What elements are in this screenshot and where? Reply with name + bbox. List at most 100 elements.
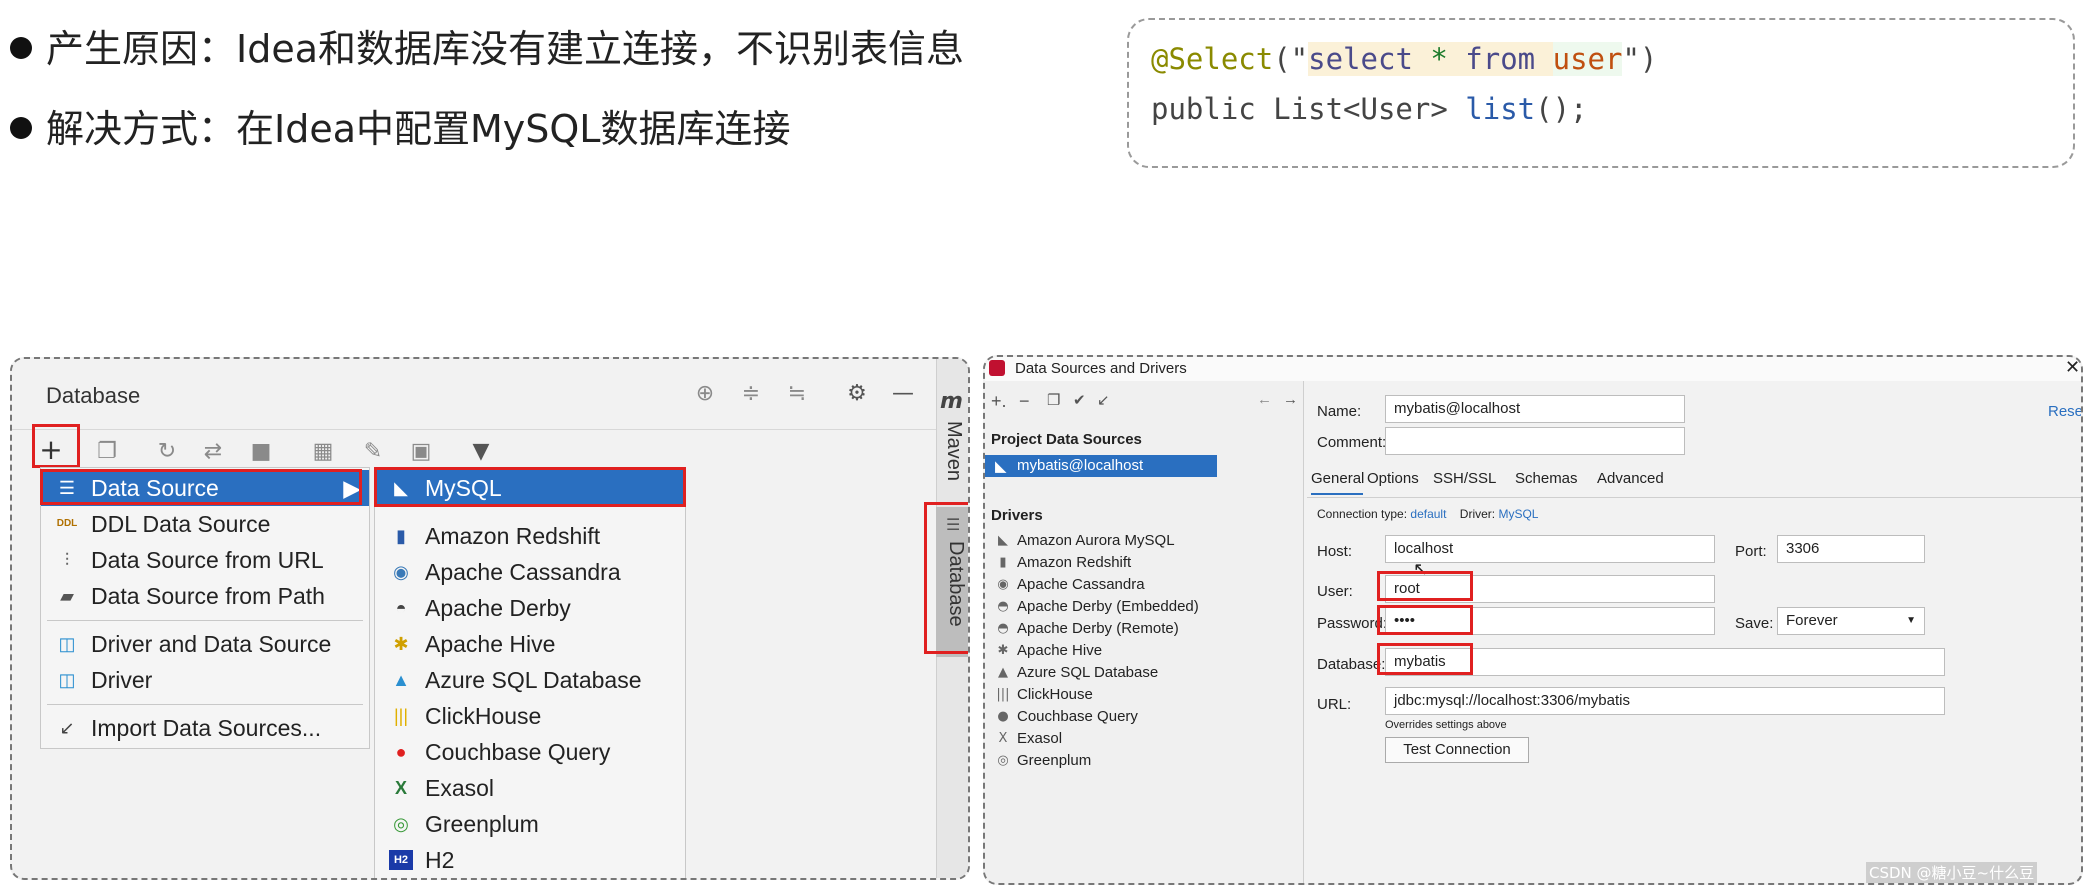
close-icon[interactable]: ✕: [2065, 357, 2080, 378]
hive-icon: ✱: [997, 643, 1009, 658]
save-select[interactable]: Forever ▼: [1777, 607, 1925, 635]
comment-field[interactable]: [1385, 427, 1685, 455]
url-field[interactable]: jdbc:mysql://localhost:3306/mybatis: [1385, 687, 1945, 715]
edit-icon[interactable]: ✎: [360, 439, 386, 465]
hive-icon: ✱: [393, 634, 409, 654]
driver-item[interactable]: Apache Derby (Embedded): [1017, 598, 1199, 615]
menu-label: Apache Cassandra: [425, 559, 621, 585]
driver-item[interactable]: Amazon Redshift: [1017, 554, 1131, 571]
port-field[interactable]: 3306: [1777, 535, 1925, 563]
aurora-icon: ◣: [998, 533, 1008, 548]
menu-item-data-source-path[interactable]: ▰ Data Source from Path: [41, 578, 369, 614]
sql-string: select * from: [1308, 42, 1553, 76]
database-title: Database: [46, 383, 141, 408]
mysql-icon: ◣: [995, 458, 1007, 475]
url-label: URL:: [1317, 696, 1352, 713]
submenu-item-cassandra[interactable]: ◉ Apache Cassandra: [375, 554, 685, 590]
menu-item-driver-and-data-source[interactable]: ◫ Driver and Data Source: [41, 626, 369, 662]
tab-ssh-ssl[interactable]: SSH/SSL: [1433, 470, 1496, 487]
menu-item-import[interactable]: ↙ Import Data Sources...: [41, 710, 369, 746]
bullet-dot: [10, 36, 32, 59]
query-icon[interactable]: ▣: [408, 439, 434, 465]
sync-icon[interactable]: ⇄: [200, 439, 226, 465]
submenu-item-greenplum[interactable]: ◎ Greenplum: [375, 806, 685, 842]
code-line-1: @Select("select * from user"): [1151, 42, 1657, 76]
driver-item[interactable]: Amazon Aurora MySQL: [1017, 532, 1175, 549]
driver-link[interactable]: MySQL: [1498, 507, 1538, 521]
tab-options[interactable]: Options: [1367, 470, 1419, 487]
menu-item-ddl-data-source[interactable]: DDL DDL Data Source: [41, 506, 369, 542]
crosshair-icon[interactable]: ⊕: [692, 381, 718, 407]
submenu-item-h2[interactable]: H2 H2: [375, 842, 685, 878]
copy-icon[interactable]: ❐: [94, 439, 120, 465]
import-icon[interactable]: ↙: [1097, 391, 1110, 409]
filter-icon[interactable]: ▼: [468, 439, 494, 465]
tab-maven[interactable]: Maven: [942, 421, 965, 481]
tabs-divider: [1307, 497, 2081, 498]
driver-item[interactable]: Exasol: [1017, 730, 1062, 747]
driver-label: Driver:: [1459, 507, 1496, 521]
driver-item[interactable]: Apache Hive: [1017, 642, 1102, 659]
bullet-dot: [10, 116, 32, 139]
exasol-icon: X: [394, 778, 407, 798]
annotation-token: @Select: [1151, 42, 1274, 76]
clickhouse-icon: |||: [996, 687, 1010, 702]
driver-item[interactable]: Couchbase Query: [1017, 708, 1138, 725]
expand-all-icon[interactable]: ≑: [738, 381, 764, 407]
derby-icon: ◓: [997, 599, 1009, 614]
duplicate-icon[interactable]: ❐: [1047, 391, 1060, 409]
stop-icon[interactable]: ■: [248, 439, 274, 465]
collapse-all-icon[interactable]: ≒: [784, 381, 810, 407]
forward-icon[interactable]: →: [1283, 391, 1298, 408]
derby-icon: ◓: [395, 598, 407, 618]
data-source-submenu: ◣ MySQL ▮ Amazon Redshift ◉ Apache Cassandr…: [374, 467, 686, 878]
add-icon[interactable]: +.: [991, 391, 1007, 412]
password-highlight: [1377, 605, 1473, 635]
url-icon: ⫶: [64, 550, 70, 570]
driver-item[interactable]: Azure SQL Database: [1017, 664, 1158, 681]
comment-label: Comment:: [1317, 434, 1387, 451]
submenu-item-couchbase[interactable]: ● Couchbase Query: [375, 734, 685, 770]
submenu-item-clickhouse[interactable]: ||| ClickHouse: [375, 698, 685, 734]
sql-select: select: [1308, 42, 1413, 76]
test-connection-button[interactable]: Test Connection: [1385, 737, 1529, 763]
menu-label: H2: [425, 847, 455, 873]
exasol-icon: X: [998, 731, 1008, 746]
submenu-item-exasol[interactable]: X Exasol: [375, 770, 685, 806]
tab-advanced[interactable]: Advanced: [1597, 470, 1664, 487]
couchbase-icon: ●: [395, 742, 407, 762]
submenu-item-hive[interactable]: ✱ Apache Hive: [375, 626, 685, 662]
minimize-icon[interactable]: —: [890, 381, 916, 407]
wrench-icon[interactable]: ✔: [1073, 391, 1086, 409]
data-source-highlight: [40, 469, 362, 505]
derby-icon: ◓: [997, 621, 1009, 636]
driver-item[interactable]: ClickHouse: [1017, 686, 1093, 703]
driver-item[interactable]: Greenplum: [1017, 752, 1091, 769]
refresh-icon[interactable]: ↻: [154, 439, 180, 465]
azure-icon: ▲: [998, 665, 1008, 680]
conn-type-link[interactable]: default: [1410, 507, 1446, 521]
submenu-item-redshift[interactable]: ▮ Amazon Redshift: [375, 518, 685, 554]
back-icon[interactable]: ←: [1257, 391, 1272, 408]
menu-label: ClickHouse: [425, 703, 542, 729]
name-field[interactable]: mybatis@localhost: [1385, 395, 1685, 423]
gear-icon[interactable]: ⚙: [844, 381, 870, 407]
port-label: Port:: [1735, 543, 1767, 560]
host-field[interactable]: localhost: [1385, 535, 1715, 563]
driver-item[interactable]: Apache Cassandra: [1017, 576, 1145, 593]
tab-schemas[interactable]: Schemas: [1515, 470, 1578, 487]
menu-label: Import Data Sources...: [91, 715, 322, 741]
reset-link[interactable]: Reset: [2048, 403, 2081, 420]
submenu-item-azure[interactable]: ▲ Azure SQL Database: [375, 662, 685, 698]
remove-icon[interactable]: −: [1019, 391, 1030, 412]
table-icon[interactable]: ▦: [310, 439, 336, 465]
menu-item-driver[interactable]: ◫ Driver: [41, 662, 369, 698]
dialog-sidebar: +. − ❐ ✔ ↙ ← → Project Data Sources ◣ my…: [985, 381, 1304, 883]
tab-general[interactable]: General: [1311, 470, 1364, 487]
driver-item[interactable]: Apache Derby (Remote): [1017, 620, 1179, 637]
menu-item-data-source-url[interactable]: ⫶ Data Source from URL: [41, 542, 369, 578]
menu-label: Greenplum: [425, 811, 539, 837]
submenu-item-derby[interactable]: ◓ Apache Derby: [375, 590, 685, 626]
cassandra-icon: ◉: [393, 562, 409, 582]
code-line-2: public List<User> list();: [1151, 92, 1588, 126]
